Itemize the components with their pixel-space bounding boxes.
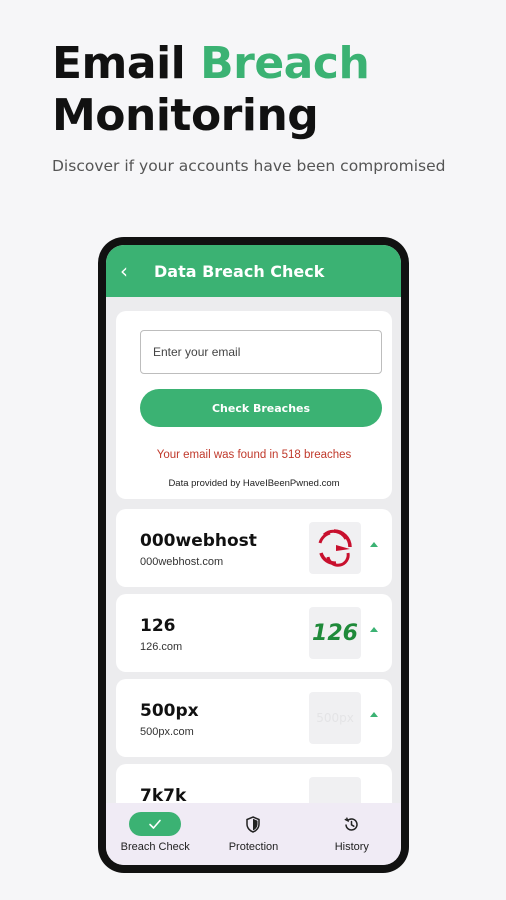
breach-domain: 126.com <box>140 641 183 653</box>
chevron-up-icon[interactable] <box>370 542 378 547</box>
chevron-up-icon[interactable] <box>370 627 378 632</box>
promo-title-monitoring: Monitoring <box>52 90 319 141</box>
breach-card-000webhost[interactable]: 000webhost 000webhost.com <box>116 509 392 587</box>
history-icon <box>344 816 359 831</box>
chevron-left-icon[interactable]: ‹ <box>120 259 150 283</box>
126-logo-text: 126 <box>312 620 358 646</box>
data-provider-text: Data provided by HaveIBeenPwned.com <box>168 478 340 489</box>
nav-label: History <box>334 841 369 853</box>
nav-breach-check[interactable]: Breach Check <box>106 803 204 865</box>
000webhost-logo <box>309 522 361 574</box>
breach-name: 126 <box>140 616 176 636</box>
nav-icon-holder <box>227 812 279 836</box>
check-breaches-button[interactable]: Check Breaches <box>140 389 382 427</box>
126-logo: 126 <box>309 607 361 659</box>
check-icon <box>149 819 161 829</box>
breach-name: 000webhost <box>140 531 257 551</box>
500px-logo-text: 500px <box>316 711 354 725</box>
nav-active-indicator <box>129 812 182 836</box>
promo-title: Email Breach Monitoring <box>52 38 370 142</box>
nav-history[interactable]: History <box>303 803 401 865</box>
chevron-up-icon[interactable] <box>370 712 378 717</box>
email-check-card: Check Breaches Your email was found in 5… <box>116 311 392 499</box>
breach-result-text: Your email was found in 518 breaches <box>156 449 352 461</box>
500px-logo: 500px <box>309 692 361 744</box>
nav-label: Protection <box>228 841 279 853</box>
breach-name: 500px <box>140 701 199 721</box>
nav-protection[interactable]: Protection <box>204 803 302 865</box>
nav-icon-holder <box>326 812 378 836</box>
shield-icon <box>246 815 261 833</box>
promo-title-breach: Breach <box>200 38 370 89</box>
promo-subtitle: Discover if your accounts have been comp… <box>52 157 446 175</box>
breach-list: 000webhost 000webhost.com 126 126.com 12… <box>116 509 392 849</box>
app-bar-title: Data Breach Check <box>154 261 325 281</box>
000webhost-logo-graphic <box>318 529 352 567</box>
bottom-navigation: Breach Check Protection History <box>106 803 401 865</box>
breach-domain: 500px.com <box>140 726 194 738</box>
app-bar: ‹ Data Breach Check <box>106 245 401 297</box>
email-input[interactable] <box>140 330 382 374</box>
phone-frame: ‹ Data Breach Check Check Breaches Your … <box>98 237 409 873</box>
breach-card-126[interactable]: 126 126.com 126 <box>116 594 392 672</box>
breach-card-500px[interactable]: 500px 500px.com 500px <box>116 679 392 757</box>
breach-domain: 000webhost.com <box>140 556 224 568</box>
promo-title-email: Email <box>52 38 186 89</box>
nav-label: Breach Check <box>120 841 190 853</box>
app-screen: ‹ Data Breach Check Check Breaches Your … <box>106 245 401 865</box>
